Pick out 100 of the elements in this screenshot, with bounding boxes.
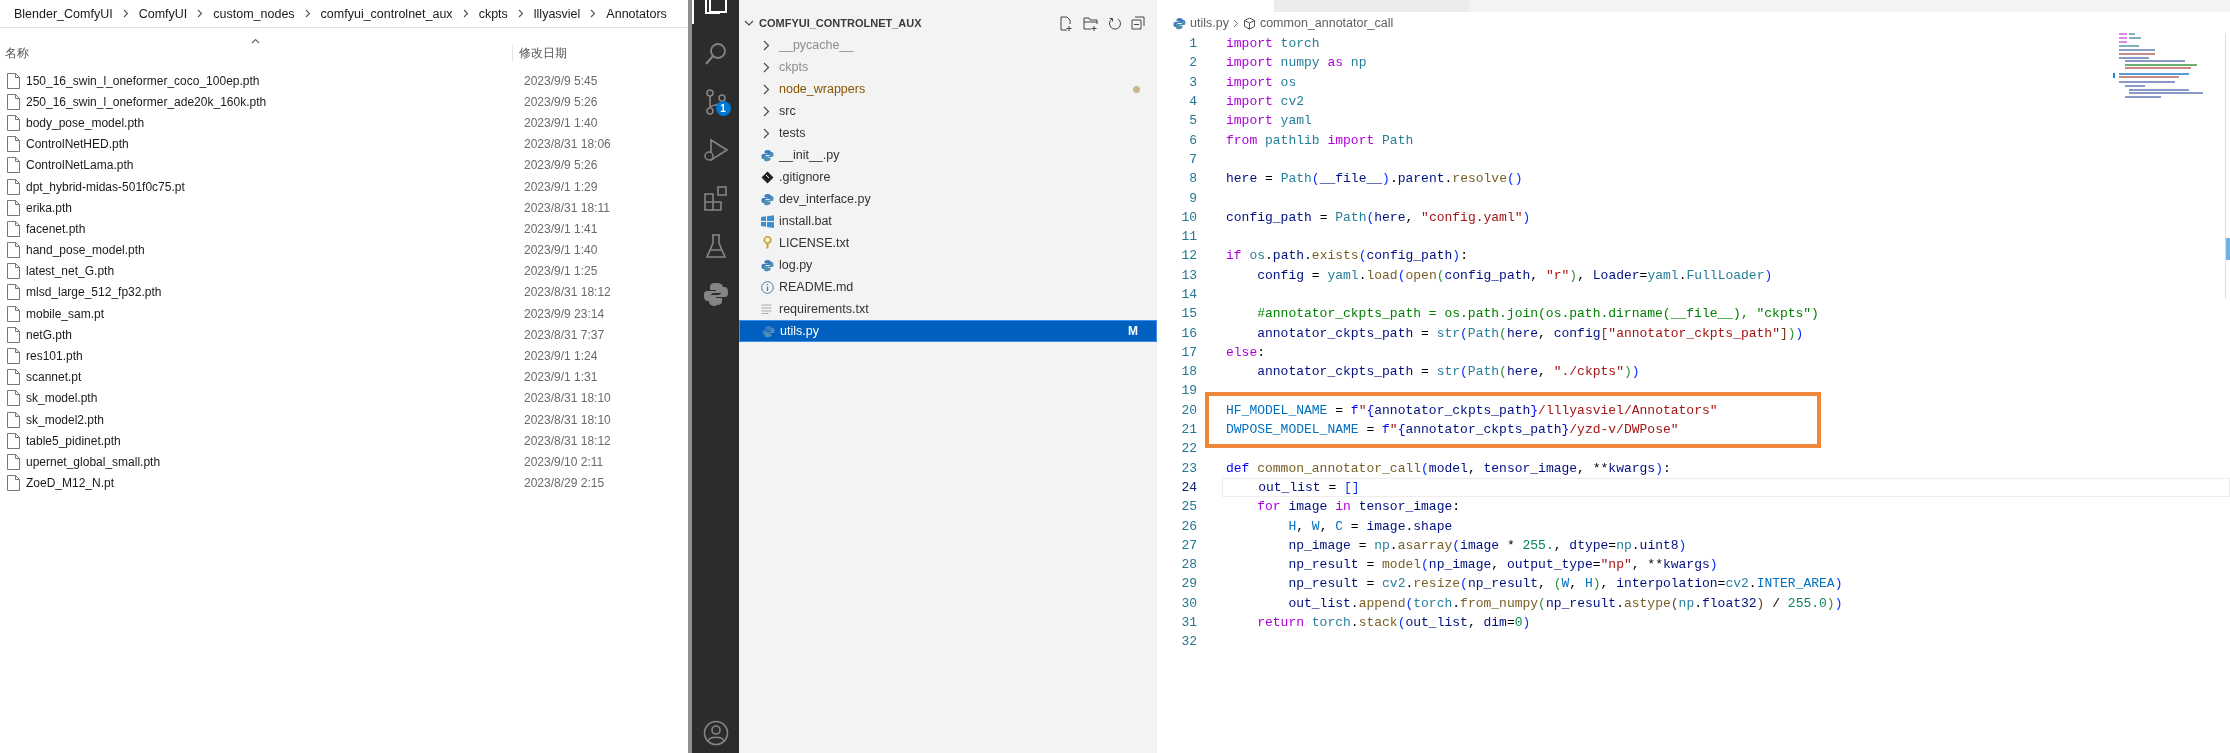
account-icon[interactable] [702, 720, 729, 746]
file-name[interactable]: netG.pth [26, 327, 524, 342]
file-name[interactable]: sk_model2.pth [26, 412, 524, 427]
file-icon [7, 390, 20, 407]
file-name[interactable]: 150_16_swin_l_oneformer_coco_100ep.pth [26, 73, 524, 88]
python-icon [1173, 16, 1186, 30]
file-tree-item[interactable]: install.bat [739, 210, 1157, 232]
breadcrumb-item[interactable]: lllyasviel [533, 6, 581, 21]
file-name[interactable]: ControlNetLama.pth [26, 158, 524, 173]
code-line: np_result = cv2.resize(np_result, (W, H), interpolation=cv2.INTER_AREA) [1287, 576, 1843, 592]
chevron-right-icon [763, 39, 770, 51]
new-file-icon[interactable] [1059, 15, 1074, 31]
text-lines-icon [761, 304, 774, 314]
breadcrumb-item[interactable]: Blender_ComfyUI [14, 6, 113, 21]
file-icon [7, 136, 20, 153]
file-name[interactable]: 250_16_swin_l_oneformer_ade20k_160k.pth [26, 94, 524, 109]
file-name[interactable]: scannet.pt [26, 370, 524, 385]
file-name[interactable]: dpt_hybrid-midas-501f0c75.pt [26, 179, 524, 194]
file-name[interactable]: mlsd_large_512_fp32.pth [26, 285, 524, 300]
file-tree-item[interactable]: README.md [739, 276, 1157, 298]
line-number: 32 [1180, 634, 1197, 650]
code-line: import numpy as np [1226, 55, 1367, 71]
line-number: 9 [1188, 190, 1197, 206]
code-line: H, W, C = image.shape [1287, 518, 1453, 534]
breadcrumb-item[interactable]: custom_nodes [213, 6, 295, 21]
file-name[interactable]: sk_model.pth [26, 391, 524, 406]
refresh-icon[interactable] [1108, 16, 1122, 30]
file-tree-item[interactable]: .gitignore [739, 166, 1157, 188]
file-tree-item[interactable]: tests [739, 122, 1157, 144]
file-name[interactable]: latest_net_G.pth [26, 264, 524, 279]
code-line: for image in tensor_image: [1256, 499, 1461, 515]
python-icon[interactable] [702, 281, 729, 307]
git-status: M [1128, 324, 1138, 338]
file-tree-item[interactable]: utils.py M [739, 320, 1157, 342]
file-date: 2023/9/1 1:31 [524, 370, 598, 385]
run-debug-icon[interactable] [702, 137, 729, 163]
line-number: 4 [1188, 94, 1197, 110]
file-date: 2023/8/31 18:11 [524, 200, 610, 215]
file-tree-item[interactable]: LICENSE.txt [739, 232, 1157, 254]
chevron-down-icon[interactable] [744, 19, 754, 27]
file-icon [7, 475, 20, 492]
extensions-icon[interactable] [702, 185, 729, 211]
file-tree-item[interactable]: log.py [739, 254, 1157, 276]
code-line: here = Path(__file__).parent.resolve() [1226, 171, 1523, 187]
file-icon [7, 453, 20, 470]
breadcrumb-item[interactable]: common_annotator_call [1259, 16, 1394, 30]
file-name[interactable]: ControlNetHED.pth [26, 137, 524, 152]
file-icon [7, 348, 20, 365]
file-date: 2023/9/1 1:25 [524, 264, 598, 279]
code-line: DWPOSE_MODEL_NAME = f"{annotator_ckpts_path}/yzd-v/DWPose" [1226, 422, 1679, 438]
file-name[interactable]: erika.pth [26, 200, 524, 215]
python-icon [761, 192, 774, 206]
line-number: 20 [1180, 402, 1197, 418]
code-line: from pathlib import Path [1226, 132, 1414, 148]
file-name[interactable]: res101.pth [26, 349, 524, 364]
file-icon [7, 199, 20, 216]
file-date: 2023/9/10 2:11 [524, 454, 604, 469]
file-name[interactable]: hand_pose_model.pth [26, 243, 524, 258]
file-tree-item[interactable]: __init__.py [739, 144, 1157, 166]
chevron-right-icon [763, 127, 770, 139]
new-folder-icon[interactable] [1083, 15, 1099, 31]
file-name[interactable]: body_pose_model.pth [26, 115, 524, 130]
python-icon [761, 148, 774, 162]
file-date: 2023/8/31 18:12 [524, 285, 611, 300]
file-icon [7, 93, 20, 110]
breadcrumb-item[interactable]: Annotators [606, 6, 667, 21]
file-date: 2023/9/1 1:40 [524, 115, 598, 130]
file-tree-item[interactable]: node_wrappers [739, 78, 1157, 100]
breadcrumb-item[interactable]: ComfyUI [138, 6, 188, 21]
line-number: 13 [1180, 267, 1197, 283]
file-date: 2023/8/31 18:12 [524, 433, 611, 448]
file-name[interactable]: mobile_sam.pt [26, 306, 524, 321]
file-icon [7, 178, 20, 195]
file-name[interactable]: ZoeD_M12_N.pt [26, 476, 524, 491]
collapse-all-icon[interactable] [1131, 16, 1145, 30]
line-number: 15 [1180, 306, 1197, 322]
code-line: annotator_ckpts_path = str(Path(here, config["annotator_ckpts_path"])) [1256, 325, 1804, 341]
file-name[interactable]: table5_pidinet.pth [26, 433, 524, 448]
column-header[interactable]: 名称 [5, 45, 512, 62]
search-icon[interactable] [702, 41, 729, 67]
minimap[interactable] [2113, 33, 2203, 99]
file-date: 2023/9/9 5:26 [524, 94, 598, 109]
files-icon[interactable] [702, 0, 729, 14]
column-header[interactable]: 修改日期 [512, 45, 567, 62]
code-line: HF_MODEL_NAME = f"{annotator_ckpts_path}/lllyasviel/Annotators" [1226, 402, 1718, 418]
file-tree-item[interactable]: dev_interface.py [739, 188, 1157, 210]
line-number: 16 [1180, 325, 1197, 341]
file-tree-item[interactable]: src [739, 100, 1157, 122]
file-name[interactable]: facenet.pth [26, 221, 524, 236]
folder-title[interactable]: COMFYUI_CONTROLNET_AUX [759, 17, 1059, 29]
scrollbar[interactable] [2225, 33, 2230, 299]
file-tree-item[interactable]: requirements.txt [739, 298, 1157, 320]
breadcrumb-item[interactable]: comfyui_controlnet_aux [320, 6, 453, 21]
code-line: import torch [1226, 36, 1320, 52]
file-name[interactable]: upernet_global_small.pth [26, 454, 524, 469]
breadcrumb-item[interactable]: utils.py [1190, 16, 1229, 30]
line-number: 26 [1180, 518, 1197, 534]
cube-icon [1242, 16, 1256, 30]
breadcrumb-item[interactable]: ckpts [478, 6, 508, 21]
line-number: 10 [1180, 209, 1197, 225]
